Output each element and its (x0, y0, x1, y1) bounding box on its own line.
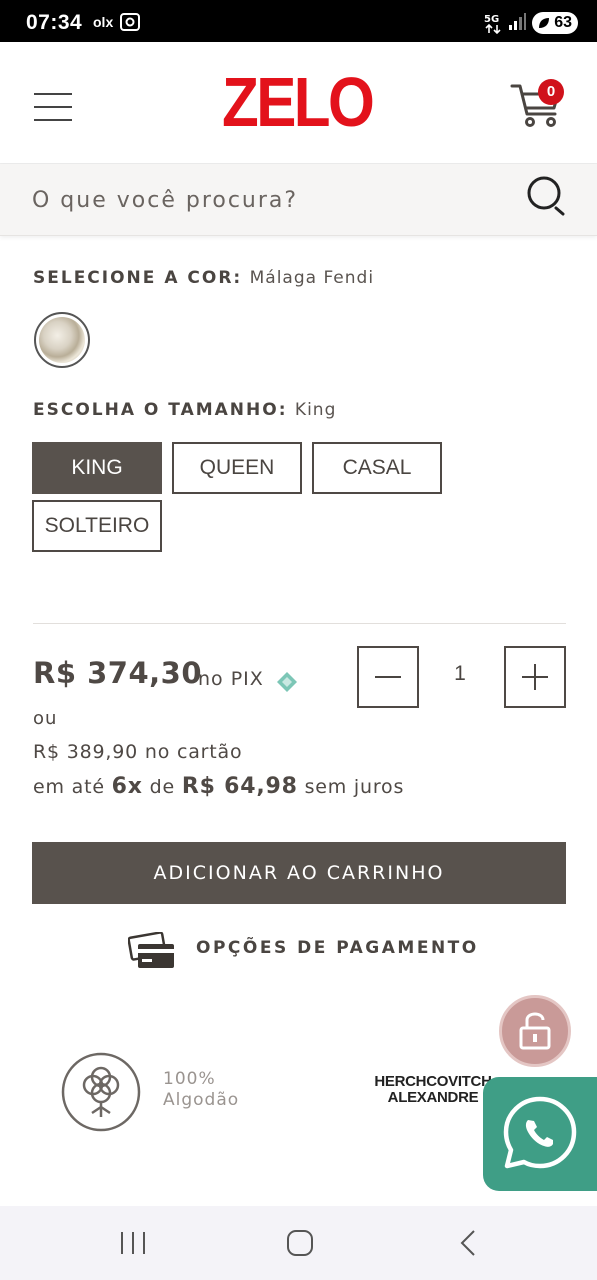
menu-button[interactable] (34, 93, 72, 123)
pix-price: R$ 374,30 (33, 656, 203, 690)
color-selector-label: SELECIONE A COR: Málaga Fendi (33, 268, 374, 288)
cotton-feature-text: 100% Algodão (163, 1069, 239, 1111)
search-input[interactable] (32, 182, 502, 218)
privacy-lock-button[interactable] (499, 995, 571, 1067)
status-time: 07:34 (26, 11, 83, 34)
size-option-solteiro[interactable]: SOLTEIRO (32, 500, 162, 552)
quantity-decrease-button[interactable] (357, 646, 419, 708)
color-label: SELECIONE A COR: (33, 268, 243, 288)
quantity-increase-button[interactable] (504, 646, 566, 708)
herchcovitch-logo: HERCHCOVITCH ALEXANDRE (368, 1074, 498, 1106)
zelo-logo[interactable]: ZELO (222, 67, 375, 137)
payment-options-link[interactable]: OPÇÕES DE PAGAMENTO (128, 930, 478, 974)
svg-text:5G: 5G (484, 14, 499, 25)
lock-icon (519, 1012, 551, 1050)
color-swatch-image (39, 317, 85, 363)
brand-line-1: HERCHCOVITCH (374, 1073, 492, 1090)
signal-icon (508, 13, 526, 36)
color-swatch-malaga-fendi[interactable] (34, 312, 90, 368)
section-divider (33, 623, 566, 624)
installment-value: R$ 64,98 (181, 774, 298, 799)
minus-icon (375, 676, 401, 678)
color-value: Málaga Fendi (249, 268, 375, 288)
size-option-king[interactable]: KING (32, 442, 162, 494)
card-price-line: R$ 389,90 no cartão (33, 741, 242, 763)
installment-suffix: sem juros (304, 776, 405, 798)
hamburger-line (34, 119, 72, 121)
size-selector-label: ESCOLHA O TAMANHO: King (33, 400, 336, 420)
add-to-cart-button[interactable]: ADICIONAR AO CARRINHO (32, 842, 566, 904)
card-price-label: no cartão (144, 741, 243, 763)
brand-line-2: ALEXANDRE (387, 1089, 479, 1106)
hamburger-icon (34, 93, 72, 95)
cotton-flower-icon (61, 1052, 141, 1132)
cotton-label: Algodão (163, 1090, 240, 1110)
pix-icon (276, 671, 298, 698)
site-header: ZELO 0 (0, 42, 597, 164)
android-nav-bar (0, 1206, 597, 1280)
cotton-badge (60, 1051, 142, 1138)
back-button[interactable] (448, 1226, 488, 1260)
installment-of: de (149, 776, 175, 798)
installment-line: em até 6x de R$ 64,98 sem juros (33, 774, 404, 799)
home-button[interactable] (280, 1226, 320, 1260)
recent-apps-icon (121, 1232, 145, 1254)
back-icon (460, 1230, 475, 1256)
cotton-percent: 100% (163, 1069, 216, 1089)
size-label: ESCOLHA O TAMANHO: (33, 400, 288, 420)
battery-level: 63 (554, 14, 572, 31)
size-value: King (294, 400, 337, 420)
installment-count: 6x (111, 774, 143, 799)
price-or-text: ou (33, 708, 58, 729)
screenshot-icon (120, 13, 140, 36)
home-icon (287, 1230, 313, 1256)
hamburger-line (34, 106, 72, 108)
recent-apps-button[interactable] (113, 1226, 153, 1260)
quantity-value[interactable]: 1 (430, 662, 490, 686)
battery-saver-icon (539, 18, 549, 28)
card-price: R$ 389,90 (33, 741, 139, 763)
network-5g-icon: 5G (484, 12, 504, 39)
installment-prefix: em até (33, 776, 105, 798)
search-icon (527, 176, 565, 216)
size-option-casal[interactable]: CASAL (312, 442, 442, 494)
credit-card-icon (128, 932, 174, 968)
size-option-queen[interactable]: QUEEN (172, 442, 302, 494)
battery-indicator: 63 (532, 12, 578, 34)
status-bar: 07:34 olx 5G 63 (0, 0, 597, 42)
whatsapp-icon (503, 1096, 577, 1169)
search-button[interactable] (526, 175, 568, 222)
olx-notification-icon: olx (93, 14, 114, 30)
plus-icon (522, 664, 548, 690)
pix-price-label: no PIX (198, 668, 264, 690)
payment-options-label: OPÇÕES DE PAGAMENTO (196, 938, 479, 958)
search-bar (0, 164, 597, 236)
whatsapp-button[interactable] (483, 1077, 597, 1191)
cart-count-badge: 0 (538, 79, 564, 105)
